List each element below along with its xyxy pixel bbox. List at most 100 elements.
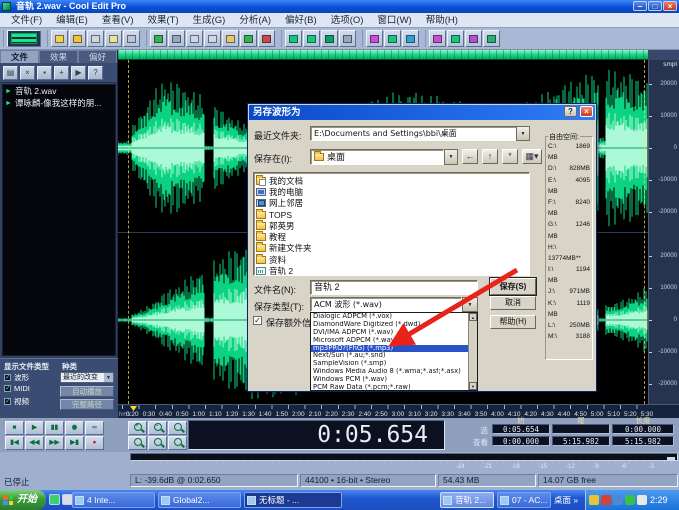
file-type-combo[interactable]: ACM 波形 (*.wav) — [310, 297, 462, 312]
tray-icon-4[interactable] — [625, 495, 635, 505]
file-type-dropdown-icon[interactable] — [462, 297, 478, 312]
taskbar-item[interactable]: 07 - AC... — [497, 492, 551, 508]
format-option[interactable]: PCM Raw Data (*.pcm;*.raw) — [311, 384, 469, 392]
tab-files[interactable]: 文件 — [0, 50, 39, 63]
menu-edit[interactable]: 编辑(E) — [49, 13, 95, 27]
cancel-button[interactable]: 取消 — [490, 296, 536, 310]
rewind-button[interactable]: ◀◀ — [25, 436, 44, 450]
taskbar-item[interactable]: 无标题 - ... — [244, 492, 342, 508]
save-as-button[interactable] — [105, 30, 122, 47]
folder-contents-list[interactable]: 我的文档我的电脑网上邻居TOPS郭英男教程新建文件夹资料音轨 2 — [253, 172, 530, 276]
redo-button[interactable] — [168, 30, 185, 47]
cue-list-button[interactable] — [339, 30, 356, 47]
new-file-button[interactable] — [51, 30, 68, 47]
effects-rack-button[interactable] — [429, 30, 446, 47]
dialog-file-item[interactable]: 我的电脑 — [256, 186, 529, 197]
tab-effects[interactable]: 效果 — [39, 50, 78, 63]
recent-folder-dropdown-icon[interactable] — [516, 126, 530, 141]
maximize-button[interactable] — [648, 1, 662, 11]
save-button[interactable]: 保存(S) — [490, 278, 536, 295]
dialog-file-item[interactable]: 教程 — [256, 231, 529, 242]
menu-window[interactable]: 窗口(W) — [370, 13, 418, 27]
dialog-file-item[interactable]: 网上邻居 — [256, 198, 529, 209]
taskbar-item[interactable]: 4 Inte... — [72, 492, 155, 508]
fast-forward-button[interactable]: ▶▶ — [45, 436, 64, 450]
file-list-item[interactable]: ►音轨 2.wav — [3, 85, 115, 97]
menu-analyze[interactable]: 分析(A) — [232, 13, 278, 27]
sort-dropdown[interactable]: 最近的改变 — [60, 372, 114, 383]
zoom-selection-button[interactable] — [128, 436, 147, 450]
format-option[interactable]: Windows PCM (*.wav) — [311, 376, 469, 384]
open-file-icon[interactable]: ▤ — [3, 66, 18, 80]
delete-button[interactable] — [258, 30, 275, 47]
waveform-view-button[interactable] — [303, 30, 320, 47]
spectral-view-button[interactable] — [285, 30, 302, 47]
dialog-file-item[interactable]: 我的文档 — [256, 175, 529, 186]
open-files-list[interactable]: ►音轨 2.wav►谭咏麟-像我这样的朋... — [2, 84, 116, 356]
zoom-out-button[interactable]: − — [148, 421, 167, 435]
format-option[interactable]: Microsoft ADPCM (*.wav) — [311, 337, 469, 345]
stop-button[interactable]: ■ — [5, 421, 24, 435]
up-folder-icon[interactable]: ↑ — [482, 149, 498, 164]
dialog-file-item[interactable]: 资料 — [256, 254, 529, 265]
cut-button[interactable] — [186, 30, 203, 47]
zoom-right-button[interactable] — [168, 436, 187, 450]
pause-button[interactable]: ▮▮ — [45, 421, 64, 435]
format-dropdown-list[interactable]: ▲ ▼ Dialogic ADPCM (*.vox)DiamondWare Di… — [310, 312, 478, 391]
play-button[interactable]: ▶ — [25, 421, 44, 435]
back-icon[interactable]: ← — [462, 149, 478, 164]
dialog-help-icon[interactable] — [564, 106, 577, 117]
eq-button[interactable] — [447, 30, 464, 47]
tab-favorites[interactable]: 偏好 — [78, 50, 117, 63]
scroll-up-icon[interactable]: ▲ — [469, 313, 477, 321]
dialog-file-item[interactable]: TOPS — [256, 209, 529, 220]
close-button[interactable] — [663, 1, 677, 11]
format-option[interactable]: Next/Sun (*.au;*.snd) — [311, 352, 469, 360]
go-to-start-button[interactable]: ▮◀ — [5, 436, 24, 450]
file-properties-button[interactable] — [123, 30, 140, 47]
minimize-button[interactable] — [633, 1, 647, 11]
scroll-down-icon[interactable]: ▼ — [469, 382, 477, 390]
format-option[interactable]: Windows Media Audio 8 (*.wma;*.asf;*.asx… — [311, 368, 469, 376]
save-file-icon[interactable]: ▪ — [37, 66, 52, 80]
format-option[interactable]: mp3PRO?(FhG) (*.mp3) — [311, 345, 469, 353]
save-extra-info-checkbox[interactable] — [253, 316, 262, 325]
filetype-check-MIDI[interactable]: MIDI — [4, 384, 30, 393]
format-list-scrollbar[interactable]: ▲ ▼ — [468, 313, 477, 390]
filename-input[interactable]: 音轨 2 — [310, 280, 478, 295]
start-button[interactable]: 开始 — [0, 490, 46, 510]
recent-folder-combo[interactable]: E:\Documents and Settings\bbi\桌面 — [310, 126, 518, 141]
views-icon[interactable]: ▦▾ — [522, 149, 542, 164]
multitrack-view-button[interactable] — [321, 30, 338, 47]
paste-button[interactable] — [222, 30, 239, 47]
taskbar-item[interactable]: Global2... — [158, 492, 241, 508]
help-button[interactable]: 帮助(H) — [490, 315, 536, 329]
go-to-end-button[interactable]: ▶▮ — [65, 436, 84, 450]
dialog-close-icon[interactable] — [580, 106, 593, 117]
menu-view[interactable]: 查看(V) — [95, 13, 141, 27]
frequency-analysis-button[interactable] — [384, 30, 401, 47]
dialog-file-item[interactable]: 新建文件夹 — [256, 243, 529, 254]
mix-paste-button[interactable] — [240, 30, 257, 47]
file-list-item[interactable]: ►谭咏麟-像我这样的朋... — [3, 97, 115, 109]
save-in-combo[interactable]: 桌面 — [310, 149, 444, 165]
record-button[interactable]: ● — [85, 436, 104, 450]
selection-boundary-left[interactable] — [128, 60, 129, 404]
organizer-option-button[interactable]: 完整路径 — [60, 399, 114, 410]
zoom-left-button[interactable] — [148, 436, 167, 450]
filetype-check-波形[interactable]: 波形 — [4, 372, 29, 383]
open-file-button[interactable] — [69, 30, 86, 47]
phase-analysis-button[interactable] — [402, 30, 419, 47]
undo-button[interactable] — [150, 30, 167, 47]
format-option[interactable]: SampleVision (*.smp) — [311, 360, 469, 368]
save-in-dropdown-icon[interactable] — [444, 149, 458, 165]
noise-reduction-button[interactable] — [465, 30, 482, 47]
taskbar-item[interactable]: 音轨 2... — [440, 492, 494, 508]
settings-button[interactable] — [483, 30, 500, 47]
zoom-full-button[interactable] — [168, 421, 187, 435]
tray-icon-2[interactable] — [601, 495, 611, 505]
menu-effects[interactable]: 效果(T) — [140, 13, 185, 27]
format-option[interactable]: Dialogic ADPCM (*.vox) — [311, 313, 469, 321]
help-icon[interactable]: ? — [88, 66, 103, 80]
save-file-button[interactable] — [87, 30, 104, 47]
